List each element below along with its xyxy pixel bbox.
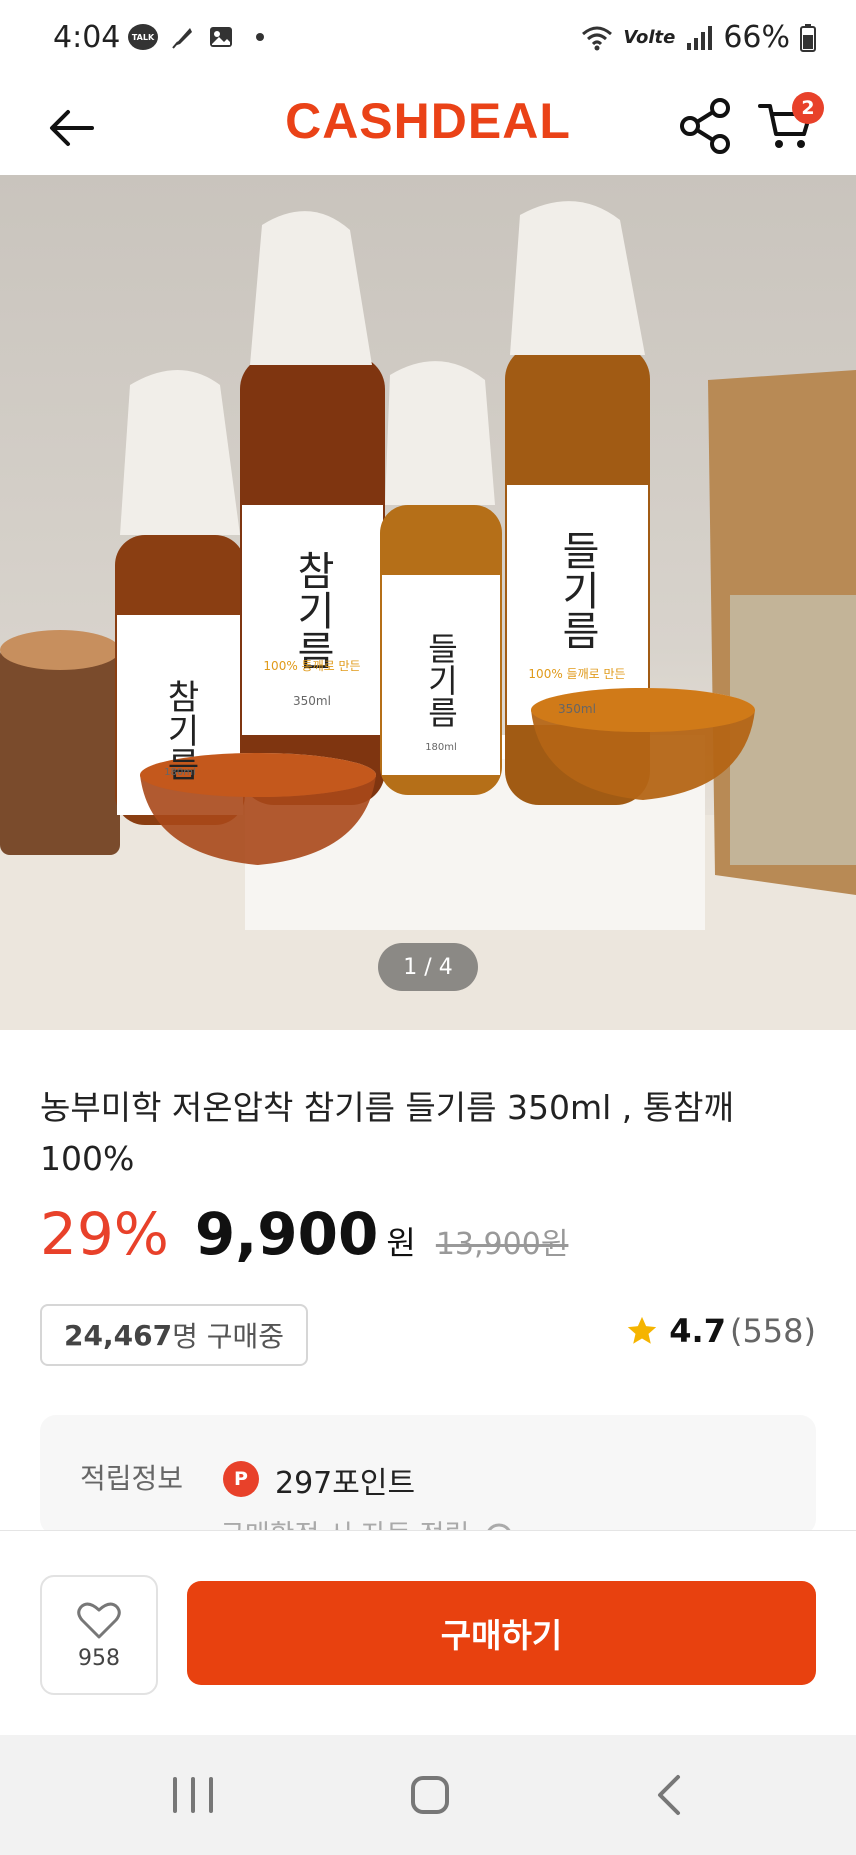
bottle-b-purity: 100% 통깨로 만든: [263, 659, 360, 673]
buy-button[interactable]: 구매하기: [187, 1581, 816, 1685]
image-icon: [210, 27, 232, 47]
like-count: 958: [78, 1645, 120, 1671]
star-icon: [628, 1316, 657, 1344]
heart-icon: [77, 1602, 121, 1638]
status-bar: 4:04 TALK Volte 66%: [0, 0, 856, 80]
home-icon[interactable]: [400, 1765, 460, 1825]
network-label: Volte: [623, 27, 676, 48]
recent-apps-icon[interactable]: [163, 1765, 223, 1825]
bottle-perilla-small: [380, 361, 502, 795]
bottom-action-bar: 958 구매하기: [0, 1530, 856, 1736]
buyers-count-chip: 24,467 명 구매중: [40, 1304, 309, 1366]
original-price: 13,900원: [435, 1227, 569, 1262]
points-info-box: 적립정보 P 297포인트 구매확정 시 자동 적립 ?: [40, 1415, 816, 1535]
like-button[interactable]: 958: [40, 1575, 158, 1695]
cart-count-badge: 2: [792, 92, 824, 124]
product-title: 농부미학 저온압착 참기름 들기름 350ml , 통참깨 100%: [40, 1088, 734, 1178]
more-notifications-dot: [256, 33, 264, 41]
rating-summary[interactable]: 4.7 (558): [625, 1312, 816, 1350]
bottle-sesame-large: [240, 211, 385, 805]
discount-rate: 29%: [40, 1200, 169, 1268]
buyers-suffix: 명 구매중: [172, 1320, 285, 1353]
bottle-d-volume: 350ml: [558, 702, 596, 716]
cart-button[interactable]: 2: [756, 92, 824, 156]
battery-icon: [800, 23, 816, 52]
points-label: 적립정보: [80, 1462, 184, 1495]
bottle-c-volume: 180ml: [425, 742, 457, 753]
back-nav-icon[interactable]: [640, 1765, 700, 1825]
battery-percent: 66%: [723, 20, 790, 55]
notification-icons: TALK: [128, 24, 264, 50]
review-count: (558): [729, 1312, 816, 1350]
bottle-c-name: 들기름: [422, 632, 460, 728]
status-time: 4:04: [53, 20, 121, 55]
app-header: CASHDEAL 2: [0, 80, 856, 175]
bottle-d-purity: 100% 들깨로 만든: [528, 667, 625, 681]
sale-price: 9,900: [194, 1200, 379, 1268]
slide-indicator: 1 / 4: [378, 943, 478, 991]
signal-icon: [687, 25, 713, 50]
bottle-a-name: 참기름: [160, 679, 200, 781]
wifi-icon: [582, 26, 613, 50]
product-image-carousel[interactable]: 참기름 참기름 들기름 들기름 100% 통깨로 만든 100% 들깨로 만든 …: [0, 175, 856, 1030]
bottle-b-volume: 350ml: [293, 694, 331, 708]
system-nav-bar: [0, 1735, 856, 1855]
buyers-count: 24,467: [64, 1318, 173, 1352]
price-row: 29% 9,900 원 13,900원: [40, 1200, 568, 1268]
rating-value: 4.7: [669, 1312, 726, 1350]
feather-icon: [172, 28, 192, 49]
bottle-b-name: 참기름: [289, 550, 335, 670]
points-value: 297포인트: [275, 1466, 416, 1501]
bottle-a-volume: 180ml: [164, 767, 196, 778]
points-badge-icon: P: [223, 1461, 259, 1497]
status-right: Volte 66%: [581, 20, 816, 55]
share-icon[interactable]: [678, 96, 734, 156]
currency-unit: 원: [386, 1224, 416, 1262]
kakaotalk-icon: TALK: [128, 24, 158, 50]
bottle-d-name: 들기름: [554, 530, 600, 650]
product-photo: 참기름 참기름 들기름 들기름 100% 통깨로 만든 100% 들깨로 만든 …: [0, 201, 856, 1030]
